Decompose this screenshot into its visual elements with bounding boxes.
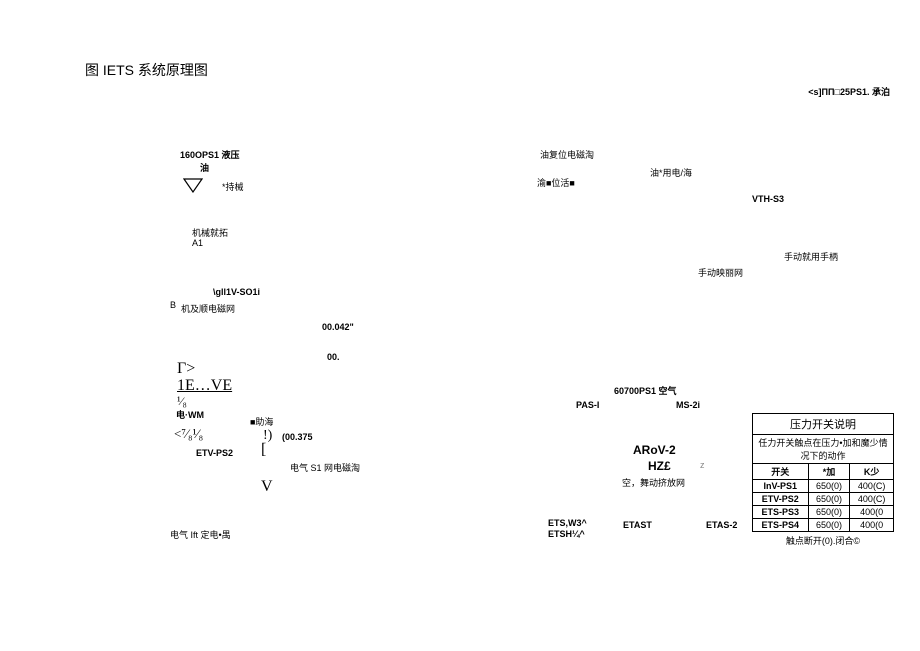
- cell: InV-PS1: [753, 480, 809, 493]
- label-b: B: [170, 300, 176, 310]
- label-00042: 00.042": [322, 322, 354, 332]
- label-frac78: <⁷⁄₈¹⁄₈: [174, 426, 203, 442]
- label-gamma: Γ>: [177, 360, 195, 378]
- page-title: 图 IETS 系统原理图: [85, 60, 208, 80]
- cell: ETS-PS4: [753, 519, 809, 532]
- label-zhuhai: ■助海: [250, 415, 273, 428]
- label-a1: A1: [192, 238, 203, 248]
- label-etas-2: ETAS-2: [706, 520, 737, 530]
- label-you: 油: [200, 161, 209, 174]
- label-60700ps1: 60700PS1 空气: [614, 384, 677, 397]
- label-shoudong-net: 手动映丽网: [698, 266, 743, 279]
- cell: 650(0): [808, 519, 850, 532]
- label-dianqi-ift: 电气 Ift 定电•禺: [170, 528, 231, 541]
- cell: 650(0): [808, 506, 850, 519]
- table-footer: 触点断开(0).闭合©: [752, 534, 894, 547]
- label-pas-i: PAS-I: [576, 400, 599, 410]
- label-ieve: 1E…VE: [177, 377, 232, 395]
- label-frac18: ¹⁄₈: [177, 394, 187, 409]
- label-hz: HZ£: [648, 459, 671, 473]
- label-youfuwei: 油复位电磁淘: [540, 148, 594, 161]
- th-add: *加: [808, 464, 850, 480]
- cell: 400(C): [850, 493, 894, 506]
- table-row: ETS-PS3 650(0) 400(0: [753, 506, 894, 519]
- cell: 400(C): [850, 480, 894, 493]
- label-0375: (00.375: [282, 432, 313, 442]
- label-jiji: 机及顺电磁网: [181, 302, 235, 315]
- table-title: 压力开关说明: [752, 413, 894, 434]
- th-switch: 开关: [753, 464, 809, 480]
- label-chi: *持械: [222, 180, 244, 193]
- cell: 650(0): [808, 493, 850, 506]
- label-dianwm: 电·WM: [176, 408, 204, 421]
- triangle-icon: [183, 178, 203, 197]
- th-k: K少: [850, 464, 894, 480]
- label-etv-ps2: ETV-PS2: [196, 448, 233, 458]
- cell: ETS-PS3: [753, 506, 809, 519]
- cell: 400(0: [850, 506, 894, 519]
- table-subtitle: 任力开关触点在压力•加和魔少情况下的动作: [752, 434, 894, 463]
- label-arov2: ARoV-2: [633, 443, 676, 457]
- label-ets-w3: ETS,W3^: [548, 518, 587, 528]
- label-dianqi-s1: 电气 S1 网电磁淘: [290, 461, 370, 474]
- label-gli: \gll1V-SO1i: [213, 287, 260, 297]
- table-row: ETV-PS2 650(0) 400(C): [753, 493, 894, 506]
- label-v: V: [261, 478, 273, 496]
- label-00: 00.: [327, 352, 340, 362]
- label-ms-2i: MS-2i: [676, 400, 700, 410]
- label-160ops1: 160OPS1 液压: [180, 148, 240, 161]
- top-right-code: <s]ΠΠ□25PS1. 承泊: [808, 85, 890, 98]
- label-z: z: [700, 460, 705, 470]
- label-yuweihuo: 渝■位活■: [537, 176, 575, 189]
- label-youyong: 油*用电/海: [650, 166, 692, 179]
- cell: 650(0): [808, 480, 850, 493]
- pressure-switch-table: 压力开关说明 任力开关触点在压力•加和魔少情况下的动作 开关 *加 K少 InV…: [752, 413, 894, 547]
- label-etsh: ETSH¼^: [548, 529, 585, 539]
- label-etast: ETAST: [623, 520, 652, 530]
- label-kongwu: 空，舞动挤放网: [622, 476, 685, 489]
- cell: ETV-PS2: [753, 493, 809, 506]
- label-vth-s3: VTH-S3: [752, 194, 784, 204]
- label-shoudong-handle: 手动就用手柄: [784, 250, 838, 263]
- label-bracket: [: [261, 441, 266, 459]
- table-row: ETS-PS4 650(0) 400(0: [753, 519, 894, 532]
- table-header-row: 开关 *加 K少: [753, 464, 894, 480]
- cell: 400(0: [850, 519, 894, 532]
- table-row: InV-PS1 650(0) 400(C): [753, 480, 894, 493]
